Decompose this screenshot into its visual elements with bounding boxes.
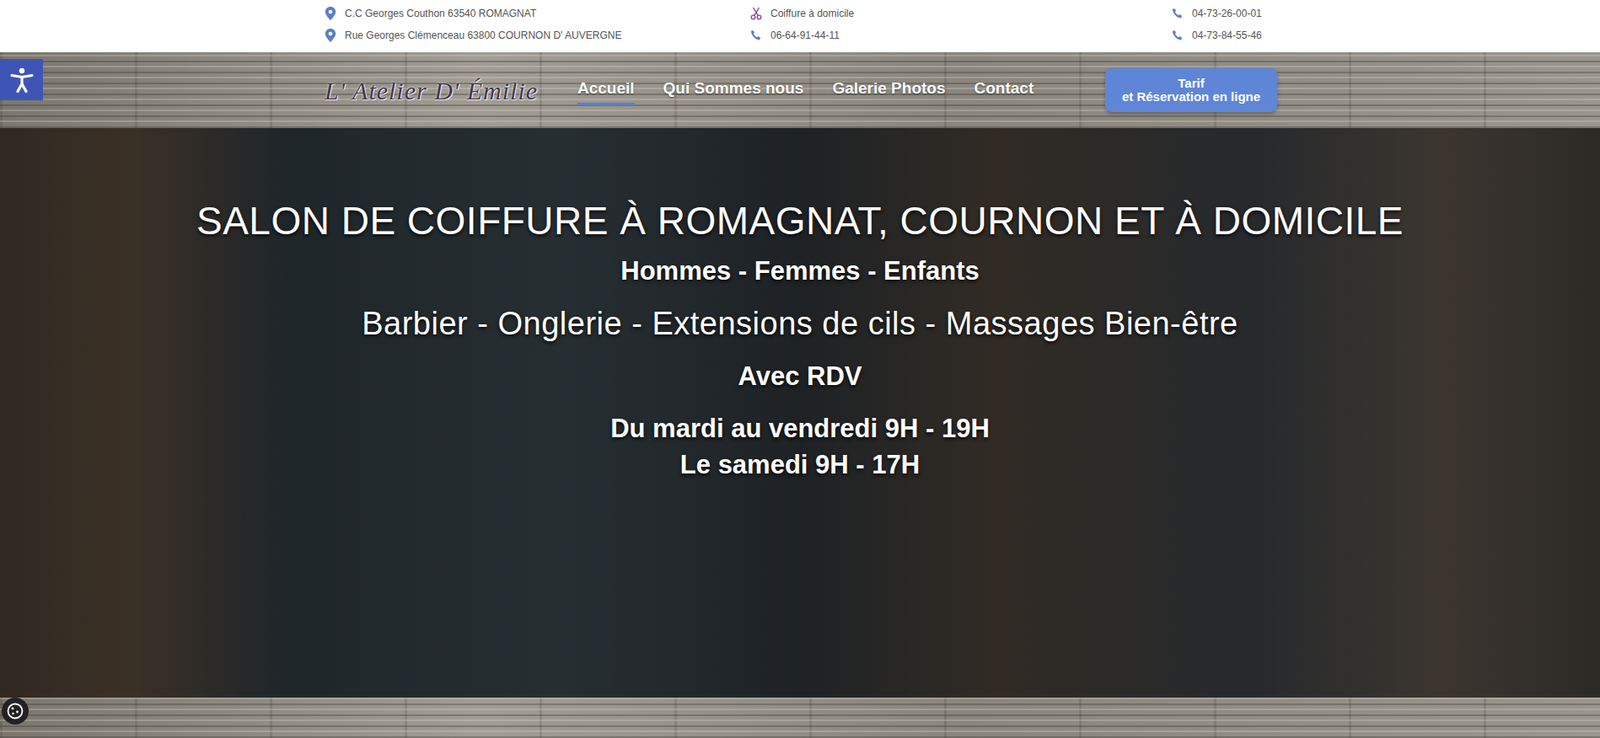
nav-links: Accueil Qui Sommes nous Galerie Photos Cont…	[577, 75, 1034, 107]
contact-text: 04-73-84-55-46	[1191, 26, 1262, 44]
phone-icon	[750, 28, 763, 43]
contact-item[interactable]: C.C Georges Couthon 63540 ROMAGNAT	[324, 5, 751, 22]
contact-bar: C.C Georges Couthon 63540 ROMAGNAT Rue Ge…	[0, 0, 1600, 53]
pin-icon	[324, 28, 337, 43]
hours-line: Du mardi au vendredi 9H - 19H	[610, 410, 990, 447]
contact-text: Rue Georges Clémenceau 63800 COURNON D' …	[344, 26, 622, 44]
booking-line: et Réservation en ligne	[1110, 90, 1273, 104]
hero-title: SALON DE COIFFURE À ROMAGNAT, COURNON ET…	[196, 198, 1404, 244]
hero-audience: Hommes - Femmes - Enfants	[620, 255, 980, 287]
contact-text: 04-73-26-00-01	[1191, 5, 1262, 22]
pin-icon	[324, 6, 337, 21]
booking-line: Tarif	[1110, 76, 1273, 91]
contact-item[interactable]: 04-73-84-55-46	[1171, 26, 1278, 44]
logo[interactable]: L' Atelier D' Émilie	[324, 71, 578, 110]
hours-line: Le samedi 9H - 17H	[610, 446, 990, 484]
nav-link[interactable]: Accueil	[577, 75, 635, 107]
contact-text: C.C Georges Couthon 63540 ROMAGNAT	[344, 5, 537, 22]
contact-text: 06-64-91-44-11	[770, 26, 840, 44]
opening-hours: Du mardi au vendredi 9H - 19HLe samedi 9…	[610, 410, 990, 484]
phone-icon	[1171, 6, 1184, 21]
hero-services: Barbier - Onglerie - Extensions de cils …	[361, 305, 1239, 344]
nav-link[interactable]: Contact	[974, 75, 1035, 107]
contact-column: Coiffure à domicile 06-64-91-44-11	[750, 5, 1172, 44]
contact-item[interactable]: 04-73-26-00-01	[1171, 5, 1278, 22]
main-navbar: L' Atelier D' ÉmilieAccueil Qui Sommes no…	[0, 52, 1600, 129]
contact-item[interactable]: 06-64-91-44-11	[750, 26, 1172, 44]
nav-link[interactable]: Qui Sommes nous	[663, 75, 805, 107]
cookie-icon[interactable]	[1, 697, 29, 725]
hero-banner: SALON DE COIFFURE À ROMAGNAT, COURNON ET…	[0, 128, 1600, 698]
nav-link[interactable]: Galerie Photos	[832, 75, 945, 107]
scissors-icon	[750, 6, 763, 21]
contact-item[interactable]: Coiffure à domicile	[750, 5, 1172, 22]
contact-item[interactable]: Rue Georges Clémenceau 63800 COURNON D' …	[324, 26, 751, 44]
contact-text: Coiffure à domicile	[770, 5, 854, 22]
booking-button[interactable]: Tarifet Réservation en ligne	[1105, 68, 1278, 113]
contact-column: C.C Georges Couthon 63540 ROMAGNAT Rue Ge…	[324, 5, 751, 44]
contact-column: 04-73-26-00-01 04-73-84-55-46	[1171, 5, 1278, 44]
accessibility-icon[interactable]	[0, 59, 43, 101]
hero-appointment: Avec RDV	[737, 360, 862, 392]
wood-strip	[0, 697, 1600, 738]
phone-icon	[1171, 28, 1184, 43]
